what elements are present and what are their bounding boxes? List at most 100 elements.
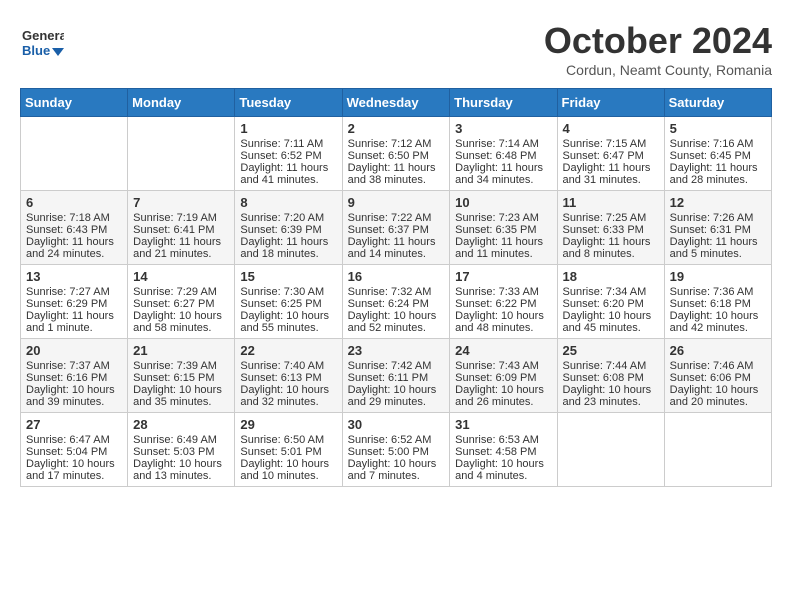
sunset-text: Sunset: 6:09 PM xyxy=(455,372,536,384)
sunset-text: Sunset: 6:45 PM xyxy=(670,150,751,162)
sunrise-text: Sunrise: 7:11 AM xyxy=(240,138,323,150)
month-title: October 2024 xyxy=(544,20,772,62)
sunset-text: Sunset: 4:58 PM xyxy=(455,446,536,458)
sunset-text: Sunset: 6:31 PM xyxy=(670,224,751,236)
calendar-cell: 17 Sunrise: 7:33 AM Sunset: 6:22 PM Dayl… xyxy=(450,265,557,339)
calendar-cell: 6 Sunrise: 7:18 AM Sunset: 6:43 PM Dayli… xyxy=(21,191,128,265)
daylight-text: Daylight: 11 hours and 11 minutes. xyxy=(455,236,543,260)
day-number: 28 xyxy=(133,417,229,432)
sunrise-text: Sunrise: 7:40 AM xyxy=(240,360,324,372)
sunrise-text: Sunrise: 7:25 AM xyxy=(563,212,647,224)
calendar-cell xyxy=(21,117,128,191)
daylight-text: Daylight: 10 hours and 45 minutes. xyxy=(563,310,652,334)
day-number: 10 xyxy=(455,195,551,210)
calendar-cell: 5 Sunrise: 7:16 AM Sunset: 6:45 PM Dayli… xyxy=(664,117,771,191)
calendar-cell: 11 Sunrise: 7:25 AM Sunset: 6:33 PM Dayl… xyxy=(557,191,664,265)
day-number: 8 xyxy=(240,195,336,210)
sunrise-text: Sunrise: 7:22 AM xyxy=(348,212,432,224)
calendar-table: SundayMondayTuesdayWednesdayThursdayFrid… xyxy=(20,88,772,487)
svg-text:General: General xyxy=(22,28,64,43)
day-number: 26 xyxy=(670,343,766,358)
calendar-cell: 7 Sunrise: 7:19 AM Sunset: 6:41 PM Dayli… xyxy=(128,191,235,265)
weekday-header: Saturday xyxy=(664,89,771,117)
sunset-text: Sunset: 6:15 PM xyxy=(133,372,214,384)
daylight-text: Daylight: 10 hours and 32 minutes. xyxy=(240,384,329,408)
calendar-cell: 27 Sunrise: 6:47 AM Sunset: 5:04 PM Dayl… xyxy=(21,413,128,487)
sunset-text: Sunset: 6:48 PM xyxy=(455,150,536,162)
day-number: 23 xyxy=(348,343,445,358)
calendar-header-row: SundayMondayTuesdayWednesdayThursdayFrid… xyxy=(21,89,772,117)
day-number: 22 xyxy=(240,343,336,358)
daylight-text: Daylight: 11 hours and 31 minutes. xyxy=(563,162,651,186)
sunrise-text: Sunrise: 7:46 AM xyxy=(670,360,754,372)
calendar-cell: 2 Sunrise: 7:12 AM Sunset: 6:50 PM Dayli… xyxy=(342,117,450,191)
sunrise-text: Sunrise: 7:36 AM xyxy=(670,286,754,298)
title-section: October 2024 Cordun, Neamt County, Roman… xyxy=(544,20,772,78)
page-header: General Blue October 2024 Cordun, Neamt … xyxy=(20,20,772,78)
logo-icon: General Blue xyxy=(20,20,64,64)
daylight-text: Daylight: 11 hours and 38 minutes. xyxy=(348,162,436,186)
sunrise-text: Sunrise: 7:30 AM xyxy=(240,286,324,298)
calendar-cell: 3 Sunrise: 7:14 AM Sunset: 6:48 PM Dayli… xyxy=(450,117,557,191)
sunset-text: Sunset: 6:24 PM xyxy=(348,298,429,310)
sunrise-text: Sunrise: 7:39 AM xyxy=(133,360,217,372)
sunset-text: Sunset: 5:00 PM xyxy=(348,446,429,458)
sunrise-text: Sunrise: 7:37 AM xyxy=(26,360,110,372)
daylight-text: Daylight: 10 hours and 52 minutes. xyxy=(348,310,437,334)
sunset-text: Sunset: 6:37 PM xyxy=(348,224,429,236)
calendar-week-row: 27 Sunrise: 6:47 AM Sunset: 5:04 PM Dayl… xyxy=(21,413,772,487)
sunrise-text: Sunrise: 7:34 AM xyxy=(563,286,647,298)
day-number: 15 xyxy=(240,269,336,284)
weekday-header: Thursday xyxy=(450,89,557,117)
daylight-text: Daylight: 10 hours and 7 minutes. xyxy=(348,458,437,482)
daylight-text: Daylight: 10 hours and 4 minutes. xyxy=(455,458,544,482)
calendar-cell: 19 Sunrise: 7:36 AM Sunset: 6:18 PM Dayl… xyxy=(664,265,771,339)
calendar-week-row: 6 Sunrise: 7:18 AM Sunset: 6:43 PM Dayli… xyxy=(21,191,772,265)
sunset-text: Sunset: 6:35 PM xyxy=(455,224,536,236)
daylight-text: Daylight: 11 hours and 34 minutes. xyxy=(455,162,543,186)
weekday-header: Tuesday xyxy=(235,89,342,117)
daylight-text: Daylight: 11 hours and 5 minutes. xyxy=(670,236,758,260)
sunset-text: Sunset: 6:25 PM xyxy=(240,298,321,310)
sunset-text: Sunset: 6:47 PM xyxy=(563,150,644,162)
sunrise-text: Sunrise: 7:26 AM xyxy=(670,212,754,224)
daylight-text: Daylight: 11 hours and 24 minutes. xyxy=(26,236,114,260)
daylight-text: Daylight: 10 hours and 17 minutes. xyxy=(26,458,115,482)
calendar-cell: 12 Sunrise: 7:26 AM Sunset: 6:31 PM Dayl… xyxy=(664,191,771,265)
daylight-text: Daylight: 10 hours and 23 minutes. xyxy=(563,384,652,408)
location: Cordun, Neamt County, Romania xyxy=(544,62,772,78)
daylight-text: Daylight: 10 hours and 20 minutes. xyxy=(670,384,759,408)
daylight-text: Daylight: 10 hours and 55 minutes. xyxy=(240,310,329,334)
sunset-text: Sunset: 6:27 PM xyxy=(133,298,214,310)
day-number: 30 xyxy=(348,417,445,432)
daylight-text: Daylight: 11 hours and 28 minutes. xyxy=(670,162,758,186)
daylight-text: Daylight: 10 hours and 42 minutes. xyxy=(670,310,759,334)
sunset-text: Sunset: 6:50 PM xyxy=(348,150,429,162)
calendar-cell: 22 Sunrise: 7:40 AM Sunset: 6:13 PM Dayl… xyxy=(235,339,342,413)
daylight-text: Daylight: 11 hours and 1 minute. xyxy=(26,310,114,334)
day-number: 5 xyxy=(670,121,766,136)
day-number: 14 xyxy=(133,269,229,284)
day-number: 25 xyxy=(563,343,659,358)
day-number: 3 xyxy=(455,121,551,136)
daylight-text: Daylight: 10 hours and 35 minutes. xyxy=(133,384,222,408)
day-number: 24 xyxy=(455,343,551,358)
sunrise-text: Sunrise: 7:29 AM xyxy=(133,286,217,298)
sunrise-text: Sunrise: 7:16 AM xyxy=(670,138,754,150)
daylight-text: Daylight: 10 hours and 39 minutes. xyxy=(26,384,115,408)
sunset-text: Sunset: 6:22 PM xyxy=(455,298,536,310)
calendar-cell: 30 Sunrise: 6:52 AM Sunset: 5:00 PM Dayl… xyxy=(342,413,450,487)
daylight-text: Daylight: 10 hours and 13 minutes. xyxy=(133,458,222,482)
sunrise-text: Sunrise: 6:50 AM xyxy=(240,434,324,446)
sunrise-text: Sunrise: 6:47 AM xyxy=(26,434,110,446)
day-number: 7 xyxy=(133,195,229,210)
day-number: 9 xyxy=(348,195,445,210)
day-number: 6 xyxy=(26,195,122,210)
calendar-cell: 21 Sunrise: 7:39 AM Sunset: 6:15 PM Dayl… xyxy=(128,339,235,413)
svg-text:Blue: Blue xyxy=(22,43,50,58)
calendar-cell: 14 Sunrise: 7:29 AM Sunset: 6:27 PM Dayl… xyxy=(128,265,235,339)
calendar-cell: 13 Sunrise: 7:27 AM Sunset: 6:29 PM Dayl… xyxy=(21,265,128,339)
sunrise-text: Sunrise: 7:33 AM xyxy=(455,286,539,298)
day-number: 13 xyxy=(26,269,122,284)
day-number: 21 xyxy=(133,343,229,358)
